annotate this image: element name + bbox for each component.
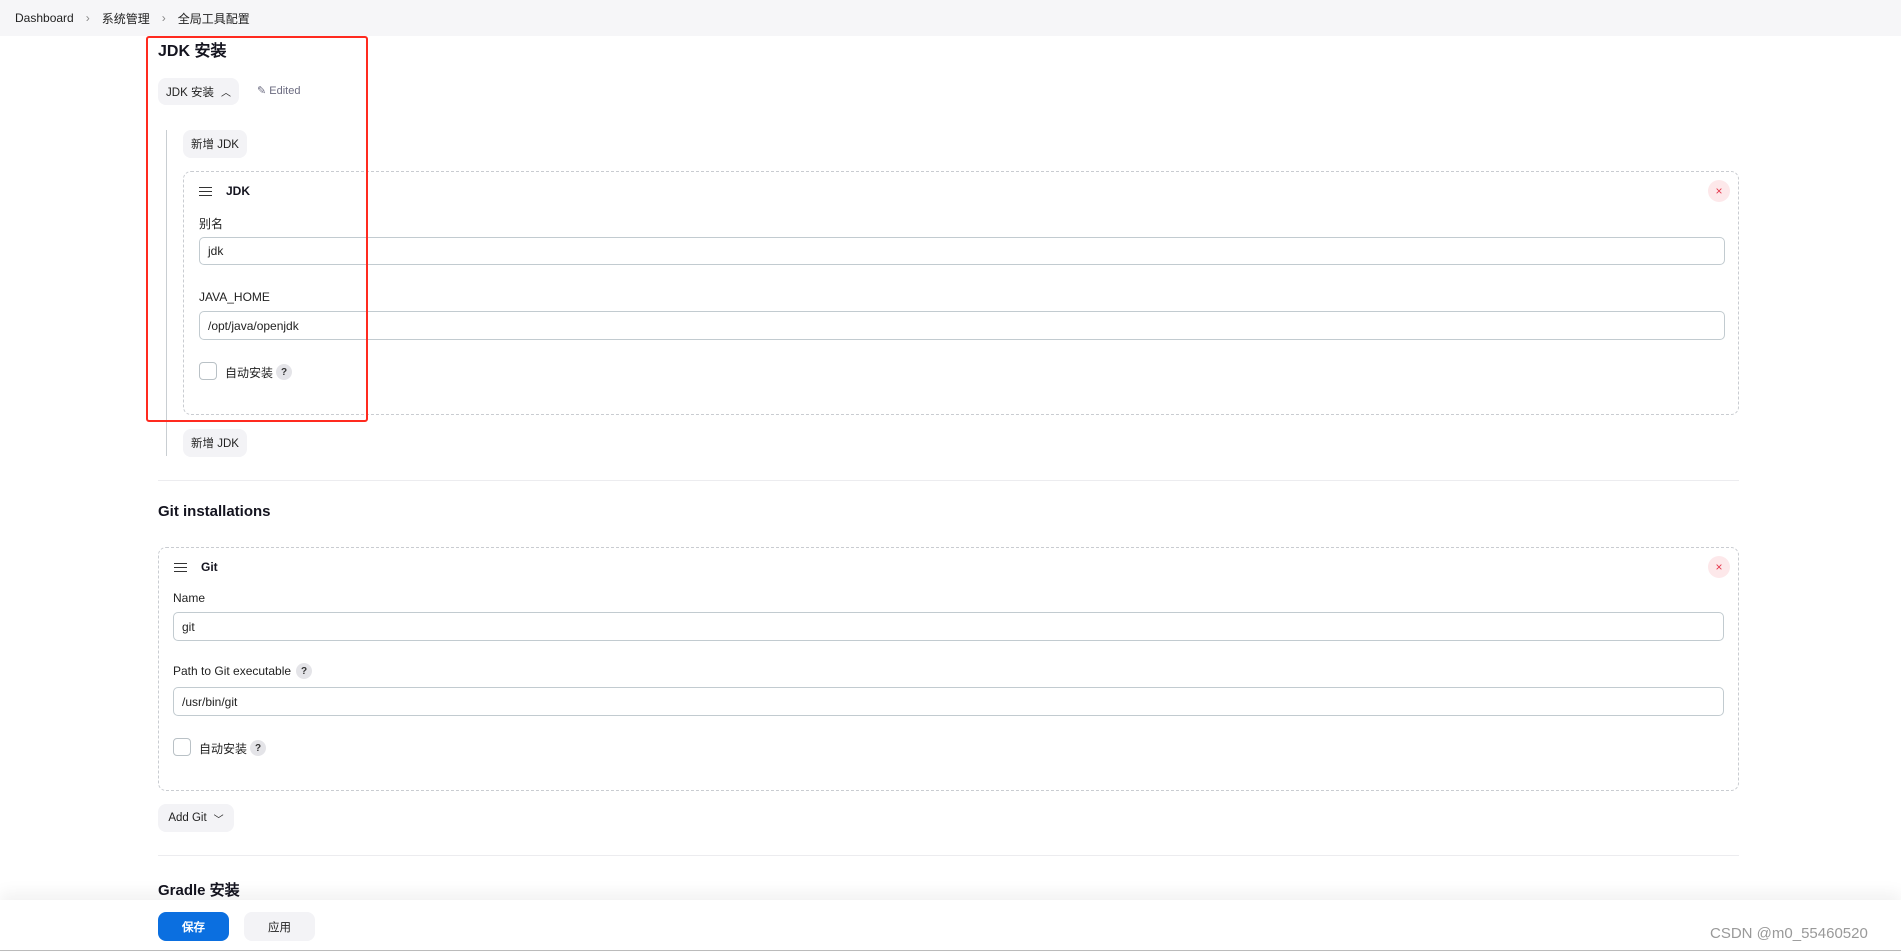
git-name-label: Name xyxy=(173,591,206,605)
chevron-right-icon: › xyxy=(161,11,166,25)
add-jdk-button-bottom[interactable]: 新增 JDK xyxy=(183,429,247,457)
breadcrumb-tools[interactable]: 全局工具配置 xyxy=(178,10,250,27)
git-auto-install-label: 自动安装 xyxy=(199,742,248,756)
help-icon[interactable]: ? xyxy=(296,663,312,679)
section-divider xyxy=(158,480,1739,481)
apply-button[interactable]: 应用 xyxy=(244,912,315,941)
delete-jdk-button[interactable]: × xyxy=(1708,180,1730,202)
help-icon[interactable]: ? xyxy=(250,740,266,756)
save-button[interactable]: 保存 xyxy=(158,912,229,941)
java-home-input[interactable]: /opt/java/openjdk xyxy=(199,311,1725,340)
git-card-title: Git xyxy=(201,560,218,574)
git-card: Git × Name git Path to Git executable ? … xyxy=(158,547,1739,791)
git-auto-install-checkbox[interactable] xyxy=(173,738,191,756)
highlight-box xyxy=(146,36,368,422)
breadcrumb-dashboard[interactable]: Dashboard xyxy=(15,11,74,25)
jdk-card: JDK × 别名 jdk JAVA_HOME /opt/java/openjdk… xyxy=(183,171,1739,415)
section-divider xyxy=(158,855,1739,856)
footer-bar: 保存 应用 CSDN @m0_55460520 xyxy=(0,900,1901,951)
git-section-title: Git installations xyxy=(158,503,271,520)
alias-input[interactable]: jdk xyxy=(199,237,1725,265)
gradle-section-title: Gradle 安装 xyxy=(158,882,240,899)
watermark: CSDN @m0_55460520 xyxy=(1710,925,1868,942)
breadcrumb: Dashboard › 系统管理 › 全局工具配置 xyxy=(0,0,1901,36)
chevron-right-icon: › xyxy=(85,11,90,25)
breadcrumb-system[interactable]: 系统管理 xyxy=(102,10,150,27)
add-git-label: Add Git xyxy=(168,812,207,824)
git-path-input[interactable]: /usr/bin/git xyxy=(173,687,1724,716)
add-git-button[interactable]: Add Git ﹀ xyxy=(158,804,234,832)
drag-handle-icon[interactable] xyxy=(174,563,187,572)
delete-git-button[interactable]: × xyxy=(1708,556,1730,578)
chevron-down-icon: ﹀ xyxy=(213,814,224,826)
git-name-input[interactable]: git xyxy=(173,612,1724,641)
git-path-label: Path to Git executable xyxy=(173,664,292,678)
